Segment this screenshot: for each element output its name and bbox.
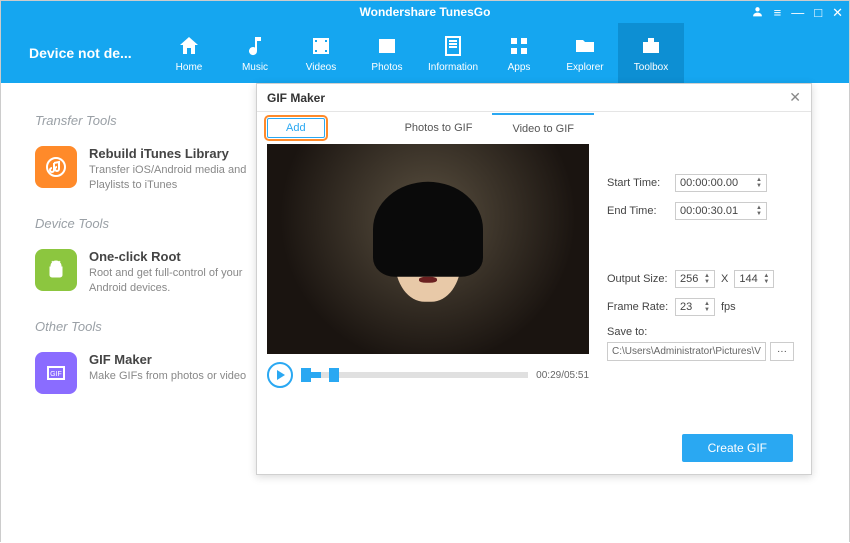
nav-apps[interactable]: Apps — [486, 23, 552, 83]
gif-maker-dialog: GIF Maker ✕ Add Photos to GIF Video to G… — [256, 83, 812, 475]
end-time-input[interactable]: 00:00:30.01▲▼ — [675, 202, 767, 220]
tab-photos-to-gif[interactable]: Photos to GIF — [385, 114, 493, 142]
user-icon[interactable] — [751, 5, 764, 20]
spinner-icon[interactable]: ▲▼ — [756, 177, 762, 189]
menu-icon[interactable]: ≡ — [774, 6, 782, 19]
browse-button[interactable]: ··· — [770, 342, 794, 361]
section-transfer: Transfer Tools — [35, 113, 256, 128]
end-time-label: End Time: — [607, 205, 669, 217]
frame-rate-input[interactable]: 23▲▼ — [675, 298, 715, 316]
video-preview[interactable] — [267, 144, 589, 354]
nav-videos[interactable]: Videos — [288, 23, 354, 83]
frame-rate-label: Frame Rate: — [607, 301, 669, 313]
topbar: Device not de... Home Music Videos Photo… — [1, 23, 849, 83]
start-time-label: Start Time: — [607, 177, 669, 189]
properties-panel: Start Time: 00:00:00.00▲▼ End Time: 00:0… — [589, 144, 802, 388]
nav-information[interactable]: Information — [420, 23, 486, 83]
android-icon — [35, 249, 77, 291]
svg-text:GIF: GIF — [50, 371, 62, 378]
section-device: Device Tools — [35, 216, 256, 231]
tool-gif-maker[interactable]: GIF GIF MakerMake GIFs from photos or vi… — [35, 344, 256, 402]
dialog-tabs: Add Photos to GIF Video to GIF — [257, 112, 811, 144]
save-to-label: Save to: — [607, 326, 794, 338]
dialog-close-icon[interactable]: ✕ — [789, 89, 801, 106]
spinner-icon[interactable]: ▲▼ — [756, 205, 762, 217]
section-other: Other Tools — [35, 319, 256, 334]
nav-toolbox[interactable]: Toolbox — [618, 23, 684, 83]
maximize-icon[interactable]: □ — [814, 6, 822, 19]
titlebar: Wondershare TunesGo ≡ — □ ✕ — [1, 1, 849, 23]
nav-home[interactable]: Home — [156, 23, 222, 83]
trim-slider[interactable] — [301, 372, 528, 378]
video-panel: 00:29/05:51 — [267, 144, 589, 388]
playback-time: 00:29/05:51 — [536, 370, 589, 381]
playback-controls: 00:29/05:51 — [267, 362, 589, 388]
start-time-input[interactable]: 00:00:00.00▲▼ — [675, 174, 767, 192]
create-gif-button[interactable]: Create GIF — [682, 434, 793, 462]
output-height-input[interactable]: 144▲▼ — [734, 270, 774, 288]
minimize-icon[interactable]: — — [791, 6, 804, 19]
device-status: Device not de... — [1, 45, 156, 61]
output-size-label: Output Size: — [607, 273, 669, 285]
tool-oneclick-root[interactable]: One-click RootRoot and get full-control … — [35, 241, 256, 305]
gif-icon: GIF — [35, 352, 77, 394]
nav-photos[interactable]: Photos — [354, 23, 420, 83]
tool-rebuild-itunes[interactable]: Rebuild iTunes LibraryTransfer iOS/Andro… — [35, 138, 256, 202]
app-title: Wondershare TunesGo — [360, 5, 491, 19]
play-button[interactable] — [267, 362, 293, 388]
window-controls: ≡ — □ ✕ — [751, 1, 843, 23]
sidebar: Transfer Tools Rebuild iTunes LibraryTra… — [1, 83, 256, 543]
dialog-title: GIF Maker — [267, 91, 325, 105]
nav-bar: Home Music Videos Photos Information App… — [156, 23, 684, 83]
tab-video-to-gif[interactable]: Video to GIF — [492, 113, 594, 143]
save-path-field[interactable]: C:\Users\Administrator\Pictures\V — [607, 342, 766, 361]
output-width-input[interactable]: 256▲▼ — [675, 270, 715, 288]
nav-explorer[interactable]: Explorer — [552, 23, 618, 83]
add-button[interactable]: Add — [267, 118, 325, 138]
nav-music[interactable]: Music — [222, 23, 288, 83]
itunes-icon — [35, 146, 77, 188]
close-icon[interactable]: ✕ — [832, 6, 843, 19]
dialog-header: GIF Maker ✕ — [257, 84, 811, 112]
